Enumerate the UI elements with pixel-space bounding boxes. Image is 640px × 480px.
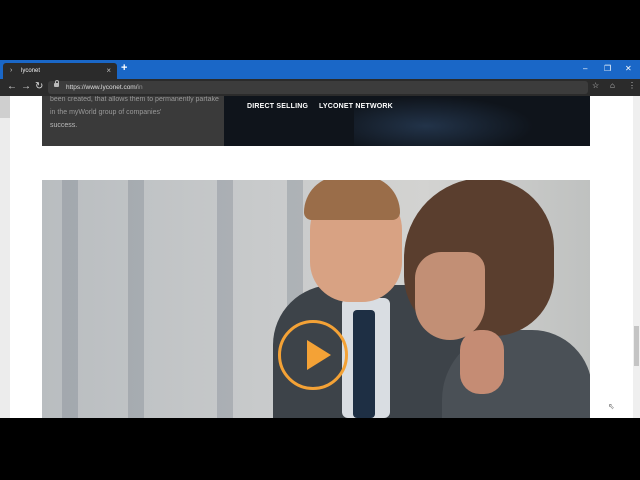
intro-paragraph-end: success. — [50, 122, 78, 129]
man-hair — [304, 180, 400, 220]
man-tie — [353, 310, 375, 418]
lock-icon — [54, 80, 59, 87]
background-window-frame — [128, 180, 144, 418]
url-path: in — [137, 84, 143, 91]
forward-icon[interactable]: → — [21, 81, 31, 92]
reload-icon[interactable]: ↻ — [35, 81, 43, 92]
intro-text-panel: been created, that allows them to perman… — [42, 96, 224, 146]
hero-video[interactable] — [42, 180, 590, 418]
minimize-icon[interactable]: – — [583, 64, 587, 73]
tab-close-icon[interactable]: × — [106, 66, 111, 75]
bookmark-star-icon[interactable]: ☆ — [592, 81, 599, 90]
page-viewport: been created, that allows them to perman… — [0, 96, 640, 418]
url-domain: https://www.lyconet.com/ — [66, 84, 138, 91]
tab-strip: › lyconet × + – ❐ ✕ — [0, 60, 640, 79]
scrollbar[interactable] — [633, 96, 640, 418]
network-panel: DIRECT SELLING LYCONET NETWORK — [224, 96, 590, 146]
background-window-frame — [217, 180, 233, 418]
background-window-frame — [62, 180, 78, 418]
intro-paragraph: been created, that allows them to perman… — [50, 96, 219, 116]
lyconet-network-link[interactable]: LYCONET NETWORK — [319, 103, 393, 110]
extension-icon[interactable]: ⌂ — [610, 81, 615, 90]
woman-face — [415, 252, 485, 340]
close-window-icon[interactable]: ✕ — [625, 64, 632, 73]
scrollbar-thumb[interactable] — [634, 326, 639, 366]
play-button[interactable] — [278, 320, 348, 390]
woman-hand — [460, 330, 504, 394]
maximize-icon[interactable]: ❐ — [604, 64, 611, 73]
play-icon — [307, 340, 331, 370]
back-icon[interactable]: ← — [7, 81, 17, 92]
lyconet-favicon-icon: › — [10, 67, 13, 74]
browser-toolbar: ← → ↻ https://www.lyconet.com/in ☆ ⌂ ⋮ — [0, 79, 640, 96]
tab-title: lyconet — [21, 68, 41, 74]
url-text: https://www.lyconet.com/in — [66, 84, 143, 91]
direct-selling-link[interactable]: DIRECT SELLING — [247, 103, 308, 110]
browser-window: › lyconet × + – ❐ ✕ ← → ↻ https://www.ly… — [0, 60, 640, 418]
new-tab-icon[interactable]: + — [121, 62, 127, 74]
mouse-cursor-icon: ⇖ — [608, 402, 615, 411]
menu-icon[interactable]: ⋮ — [628, 81, 636, 90]
address-bar[interactable]: https://www.lyconet.com/in — [48, 80, 588, 94]
tab-lyconet[interactable]: › lyconet × — [3, 63, 117, 79]
